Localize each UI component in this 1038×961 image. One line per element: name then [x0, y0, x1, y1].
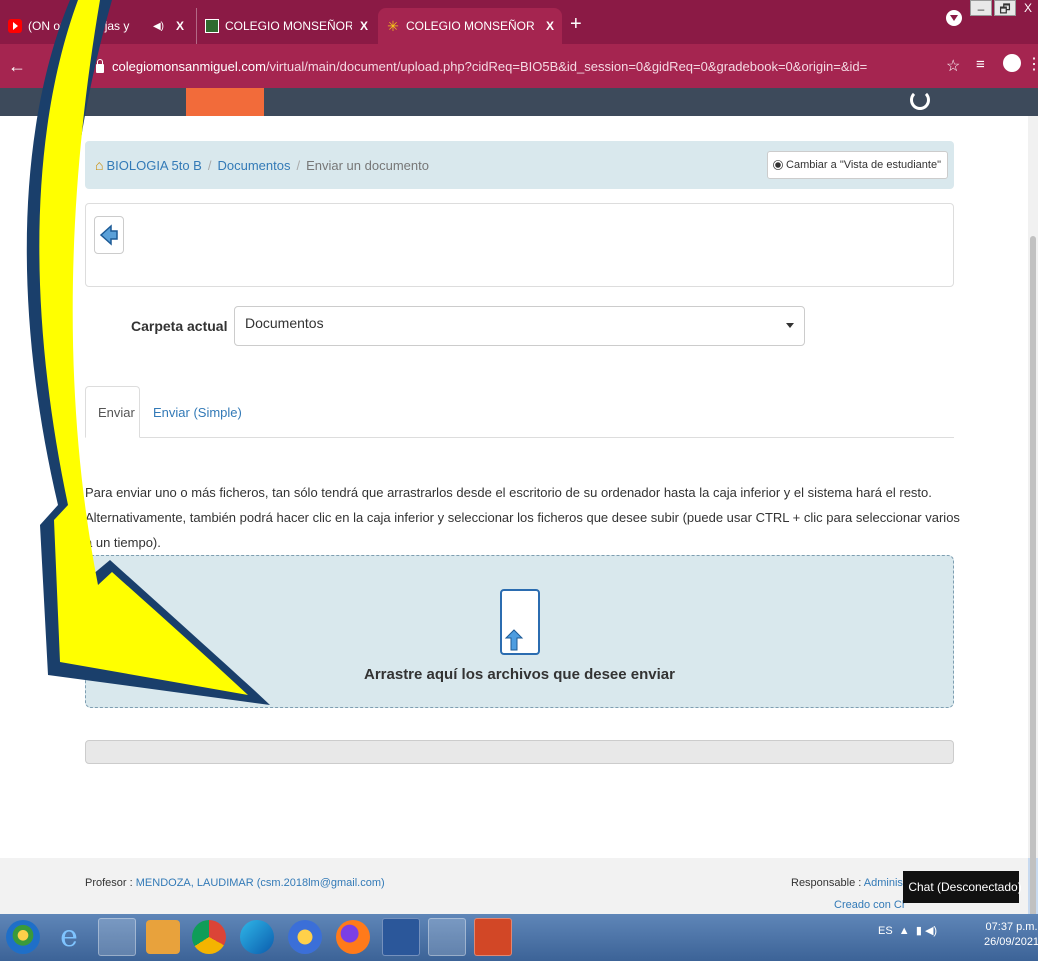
chrome-canary-icon[interactable] [288, 920, 322, 954]
upload-file-icon [500, 589, 540, 655]
folder-select-value: Documentos [245, 315, 324, 331]
url-domain: colegiomonsanmiguel.com [112, 58, 266, 74]
clock[interactable]: 07:37 p.m. 26/09/2021 [984, 920, 1038, 950]
created-with-link[interactable]: Creado con Cha [834, 899, 904, 911]
lock-icon [96, 58, 104, 73]
file-dropzone[interactable]: Arrastre aquí los archivos que desee env… [85, 555, 954, 708]
chat-label: Chat (Desconectado) [908, 880, 1022, 894]
url-path: /virtual/main/document/upload.php?cidReq… [265, 58, 868, 74]
close-tab-icon[interactable]: X [546, 19, 554, 33]
bookmark-star-icon[interactable]: ☆ [946, 56, 960, 76]
speaker-icon[interactable]: ◀) [153, 21, 164, 32]
vertical-scrollbar[interactable] [1028, 116, 1038, 956]
browser-tab-strip: (ON onald Borjas y ◀) X COLEGIO MONSEÑOR… [0, 0, 1038, 44]
account-avatar[interactable] [1003, 54, 1021, 72]
chevron-down-icon [786, 323, 794, 328]
system-tray: ES ▲ ▮ ◀) [878, 924, 937, 937]
new-tab-button[interactable]: + [570, 14, 582, 34]
breadcrumb: ⌂ BIOLOGIA 5to B / Documentos / Enviar u… [85, 141, 954, 189]
tab-title: COLEGIO MONSEÑOR SANMIGU [225, 19, 352, 33]
close-tab-icon[interactable]: X [176, 19, 184, 33]
breadcrumb-separator: / [207, 157, 212, 173]
reload-icon[interactable]: ↻ [60, 56, 75, 76]
language-indicator[interactable]: ES [878, 925, 893, 937]
back-arrow-icon[interactable]: ← [8, 56, 26, 76]
site-top-bar [0, 88, 1038, 116]
upload-tabs: Enviar Enviar (Simple) [85, 386, 954, 438]
volume-icon[interactable]: ◀) [925, 925, 937, 937]
teacher-info: Profesor : MENDOZA, LAUDIMAR (csm.2018lm… [85, 877, 385, 889]
back-button[interactable] [94, 216, 124, 254]
reading-list-icon[interactable]: ≡ [976, 56, 985, 73]
student-view-label: Cambiar a "Vista de estudiante" [786, 159, 941, 171]
browser-tab-colegio-2-active[interactable]: ✳ COLEGIO MONSEÑOR SANMIGU X [378, 8, 562, 44]
tab-title: (ON [28, 19, 50, 33]
maximize-button[interactable]: 🗗 [994, 0, 1016, 16]
upload-instructions: Para enviar uno o más ficheros, tan sólo… [85, 485, 960, 550]
file-explorer-icon[interactable] [98, 918, 136, 956]
tray-expand-icon[interactable]: ▲ [896, 925, 913, 937]
breadcrumb-separator: / [296, 157, 301, 173]
media-player-icon[interactable] [146, 920, 180, 954]
clock-date: 26/09/2021 [984, 936, 1038, 948]
student-view-button[interactable]: Cambiar a "Vista de estudiante" [767, 151, 948, 179]
teacher-label: Profesor : [85, 877, 133, 889]
chat-button[interactable]: Chat (Desconectado) [903, 871, 1022, 903]
tab-search-icon[interactable] [946, 10, 962, 26]
chrome-icon[interactable] [192, 920, 226, 954]
teacher-link[interactable]: MENDOZA, LAUDIMAR (csm.2018lm@gmail.com) [136, 877, 385, 889]
school-icon [205, 19, 219, 33]
back-arrow-icon [99, 224, 118, 246]
actions-toolbar [85, 203, 954, 287]
edge-icon[interactable] [240, 920, 274, 954]
tab-title-continued: onald Borjas y [53, 19, 130, 33]
scroll-thumb[interactable] [1030, 236, 1036, 956]
folder-label: Carpeta actual [131, 318, 228, 334]
star-icon: ✳ [387, 18, 399, 34]
dropzone-label: Arrastre aquí los archivos que desee env… [364, 666, 675, 683]
clock-time: 07:37 p.m. [985, 921, 1038, 933]
word-icon[interactable] [382, 918, 420, 956]
menu-kebab-icon[interactable]: ⋮ [1026, 54, 1038, 74]
browser-tab-colegio-1[interactable]: COLEGIO MONSEÑOR SANMIGU X [196, 8, 376, 44]
chrome-window-icon[interactable] [428, 918, 466, 956]
eye-icon [775, 162, 781, 168]
tab-enviar-simple[interactable]: Enviar (Simple) [141, 386, 254, 438]
responsable-label: Responsable : [791, 877, 862, 889]
youtube-icon [8, 19, 22, 33]
internet-explorer-icon[interactable]: e [52, 920, 86, 954]
tab-title: COLEGIO MONSEÑOR SANMIGU [406, 19, 538, 33]
start-button-icon[interactable] [6, 920, 40, 954]
browser-tab-youtube[interactable]: (ON onald Borjas y ◀) X [0, 8, 192, 44]
breadcrumb-course[interactable]: BIOLOGIA 5to B [106, 158, 201, 173]
windows-taskbar: e ES ▲ ▮ ◀) 07:37 p.m. 26/09/2021 [0, 914, 1038, 961]
responsable-info: Responsable : Administra [791, 877, 916, 889]
user-menu-icon[interactable] [910, 90, 930, 110]
firefox-icon[interactable] [336, 920, 370, 954]
close-tab-icon[interactable]: X [360, 19, 368, 33]
address-bar-row: ← ↻ colegiomonsanmiguel.com/virtual/main… [0, 44, 1038, 88]
home-icon[interactable]: ⌂ [95, 157, 103, 173]
close-window-button[interactable]: X [1018, 0, 1038, 16]
powerpoint-icon[interactable] [474, 918, 512, 956]
site-nav-active-item[interactable] [186, 88, 264, 116]
breadcrumb-current: Enviar un documento [306, 157, 429, 173]
network-icon[interactable]: ▮ [916, 925, 922, 937]
folder-select[interactable]: Documentos [234, 306, 805, 346]
url-field[interactable]: colegiomonsanmiguel.com/virtual/main/doc… [90, 52, 940, 80]
breadcrumb-documents[interactable]: Documentos [217, 158, 290, 173]
page-footer: Profesor : MENDOZA, LAUDIMAR (csm.2018lm… [0, 858, 1028, 914]
upload-progress-bar [85, 740, 954, 764]
minimize-button[interactable]: – [970, 0, 992, 16]
tab-enviar[interactable]: Enviar [85, 386, 140, 438]
